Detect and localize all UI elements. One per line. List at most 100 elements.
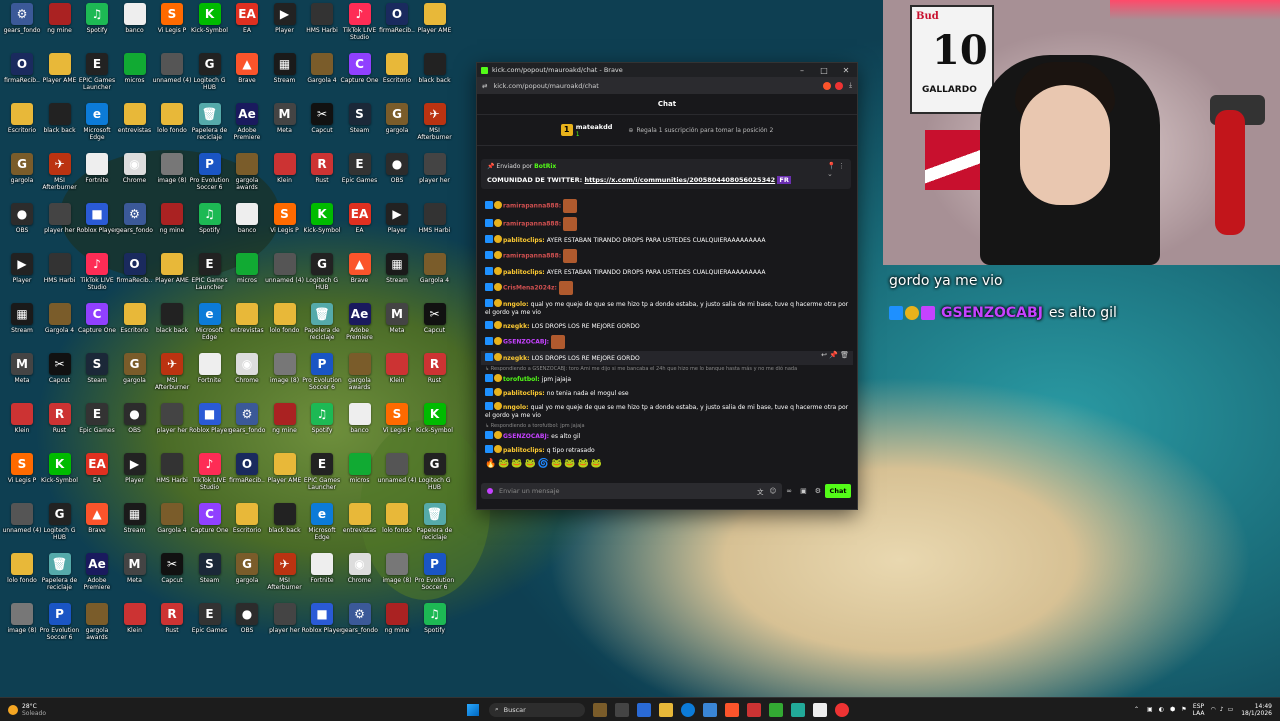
desktop-icon[interactable]: OfirmaRecib..	[2, 53, 42, 99]
chat-username[interactable]: pablitoclips:	[503, 390, 547, 397]
desktop-icon[interactable]: image (8)	[152, 153, 192, 199]
desktop-icon[interactable]: Klein	[265, 153, 305, 199]
chat-message[interactable]: pablitoclips: no tenia nada el mogul ese	[481, 386, 853, 400]
emoji-icon[interactable]: ☺	[769, 487, 776, 495]
desktop-icon[interactable]: EA EA	[227, 3, 267, 49]
chat-message[interactable]: pablitoclips: q tipo retrasado	[481, 443, 853, 457]
desktop-icon[interactable]: ng mine	[152, 203, 192, 249]
desktop-icon[interactable]: ♪ TikTok LIVE Studio	[190, 453, 230, 499]
desktop-icon[interactable]: Ggargola	[227, 553, 267, 599]
desktop-icon[interactable]: ♫ Spotify	[415, 603, 455, 649]
tray-chevron-icon[interactable]: ⌃	[1134, 706, 1139, 713]
desktop-icon[interactable]: ✈ MSI Afterburner	[415, 103, 455, 149]
desktop-icon[interactable]: E EPIC Games Launcher	[190, 253, 230, 299]
desktop-icon[interactable]: HMS Harbi	[40, 253, 80, 299]
desktop-icon[interactable]: e Microsoft Edge	[190, 303, 230, 349]
taskbar-app-icon[interactable]	[747, 702, 761, 717]
desktop-icon[interactable]: M Meta	[115, 553, 155, 599]
chat-username[interactable]: nzegkk:	[503, 323, 532, 330]
desktop-icon[interactable]: S Steam	[77, 353, 117, 399]
desktop-icon[interactable]: R Rust	[40, 403, 80, 449]
desktop-icon[interactable]: 🗑 Papelera de reciclaje	[40, 553, 80, 599]
desktop-icon[interactable]: S Vi Legis P	[265, 203, 305, 249]
desktop-icon[interactable]: micros	[227, 253, 267, 299]
record-icon[interactable]	[835, 702, 849, 717]
chat-message[interactable]: GSENZOCABJ:	[481, 333, 853, 351]
chat-username[interactable]: ramirapanna888:	[503, 203, 563, 210]
desktop-icon[interactable]: ⚙ gears_fondo	[227, 403, 267, 449]
desktop-icon[interactable]: Klein	[2, 403, 42, 449]
edge-icon[interactable]	[681, 702, 695, 717]
desktop-icon[interactable]: entrevistas	[340, 503, 380, 549]
desktop-icon[interactable]: banco	[227, 203, 267, 249]
desktop-icon[interactable]: black back	[152, 303, 192, 349]
desktop-icon[interactable]: Ae Adobe Premiere	[340, 303, 380, 349]
battery-icon[interactable]: ▭	[1228, 706, 1234, 713]
desktop-icon[interactable]: lolo fondo	[152, 103, 192, 149]
desktop-icon[interactable]: lolo fondo	[377, 503, 417, 549]
desktop-icon[interactable]: K Kick-Symbol	[415, 403, 455, 449]
task-view-icon[interactable]	[615, 702, 629, 717]
desktop-icon[interactable]: ng mine	[265, 403, 305, 449]
chat-username[interactable]: ramirapanna888:	[503, 221, 563, 228]
desktop-icon[interactable]: unnamed (4)	[377, 453, 417, 499]
chat-message[interactable]: CrisMena2024z:	[481, 279, 853, 297]
reply-context[interactable]: ↳ Respondiendo a GSENZOCABJ: toro Ami me…	[481, 365, 853, 372]
tray-app-icon[interactable]: ⬢	[1170, 706, 1175, 713]
desktop-icon[interactable]: Player AME	[152, 253, 192, 299]
desktop-icon[interactable]: Escritorio	[377, 53, 417, 99]
desktop-icon[interactable]: banco	[340, 403, 380, 449]
desktop-icon[interactable]: ◉ Chrome	[227, 353, 267, 399]
desktop-icon[interactable]: Player AME	[265, 453, 305, 499]
desktop-icon[interactable]: ◉ Chrome	[115, 153, 155, 199]
desktop-icon[interactable]: player her	[415, 153, 455, 199]
file-explorer-icon[interactable]	[659, 702, 673, 717]
desktop-icon[interactable]: Klein	[377, 353, 417, 399]
maximize-icon[interactable]: □	[813, 66, 835, 75]
desktop-icon[interactable]: unnamed (4)	[265, 253, 305, 299]
desktop-icon[interactable]: entrevistas	[227, 303, 267, 349]
tray-app-icon[interactable]: ◐	[1159, 706, 1164, 713]
desktop-icon[interactable]: OfirmaRecib..	[227, 453, 267, 499]
desktop-icon[interactable]: black back	[415, 53, 455, 99]
reply-context[interactable]: ↳ Respondiendo a torofutbol: jpm jajaja	[481, 422, 853, 429]
desktop-icon[interactable]: ♫ Spotify	[77, 3, 117, 49]
desktop-icon[interactable]: black back	[265, 503, 305, 549]
desktop-icon[interactable]: ▦ Stream	[2, 303, 42, 349]
translate-icon[interactable]: 文	[757, 486, 764, 496]
desktop-icon[interactable]: S Vi Legis P	[377, 403, 417, 449]
desktop-icon[interactable]: ● OBS	[377, 153, 417, 199]
desktop-icon[interactable]: image (8)	[265, 353, 305, 399]
widgets-icon[interactable]	[637, 702, 651, 717]
desktop-icon[interactable]: P Pro Evolution Soccer 6	[40, 603, 80, 649]
chat-message[interactable]: ramirapanna888:	[481, 215, 853, 233]
desktop-icon[interactable]: ▦ Stream	[115, 503, 155, 549]
desktop-icon[interactable]: Ae Adobe Premiere	[227, 103, 267, 149]
brave-shield-icon[interactable]	[823, 81, 832, 90]
desktop-icon[interactable]: S Vi Legis P	[152, 3, 192, 49]
desktop-icon[interactable]: ▦ Stream	[377, 253, 417, 299]
store-icon[interactable]	[703, 702, 717, 717]
chat-message[interactable]: nngolo: qual yo me queje de que se me hi…	[481, 297, 853, 319]
desktop-icon[interactable]: G Logitech G HUB	[190, 53, 230, 99]
desktop-icon[interactable]: OfirmaRecib..	[377, 3, 417, 49]
desktop-icon[interactable]: Fortnite	[77, 153, 117, 199]
desktop-icon[interactable]: HMS Harbi	[302, 3, 342, 49]
desktop-icon[interactable]: ▶ Player	[115, 453, 155, 499]
desktop-icon[interactable]: G Logitech G HUB	[40, 503, 80, 549]
brave-rewards-icon[interactable]	[835, 81, 844, 90]
desktop-icon[interactable]: Fortnite	[190, 353, 230, 399]
more-options-icon[interactable]: ⋮	[838, 162, 845, 170]
desktop-icon[interactable]: HMS Harbi	[415, 203, 455, 249]
wifi-icon[interactable]: ◠	[1210, 706, 1215, 713]
desktop-icon[interactable]: ● OBS	[227, 603, 267, 649]
chat-message[interactable]: pablitoclips: AYER ESTABAN TIRANDO DROPS…	[481, 233, 853, 247]
language-indicator[interactable]: ESP LAA	[1193, 703, 1205, 717]
desktop-icon[interactable]: C Capture One	[77, 303, 117, 349]
desktop-icon[interactable]: ▦ Stream	[265, 53, 305, 99]
desktop-icon[interactable]: micros	[340, 453, 380, 499]
desktop-icon[interactable]: ⚙ gears_fondo	[115, 203, 155, 249]
chat-message[interactable]: torofutbol: jpm jajaja	[481, 372, 853, 386]
desktop-icon[interactable]: Ggargola	[115, 353, 155, 399]
chat-username[interactable]: pablitoclips:	[503, 447, 547, 454]
